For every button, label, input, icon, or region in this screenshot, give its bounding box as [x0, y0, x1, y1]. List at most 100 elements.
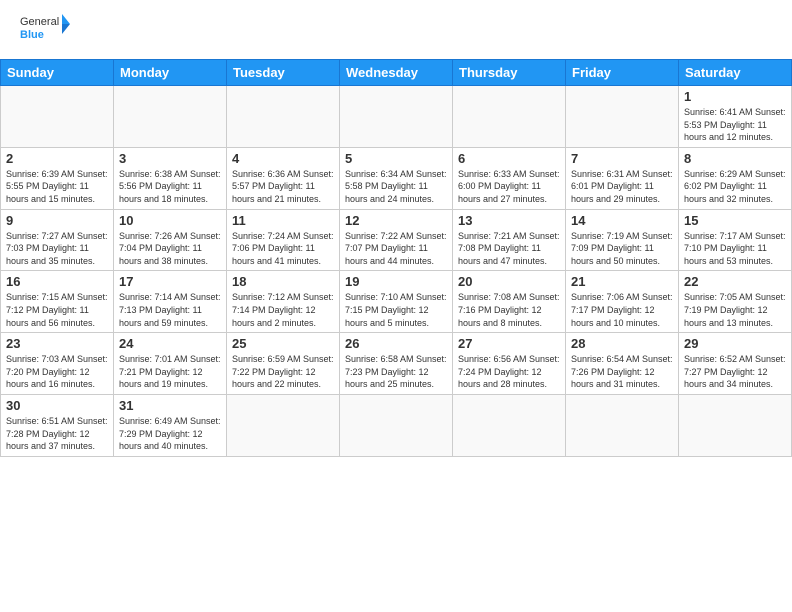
- day-cell: 3Sunrise: 6:38 AM Sunset: 5:56 PM Daylig…: [114, 147, 227, 209]
- day-info: Sunrise: 6:29 AM Sunset: 6:02 PM Dayligh…: [684, 168, 786, 206]
- week-row-4: 23 Sunrise: 7:03 AM Sunset: 7:20 PM Dayli…: [1, 333, 792, 395]
- day-cell: 26Sunrise: 6:58 AM Sunset: 7:23 PM Dayli…: [340, 333, 453, 395]
- day-number: 31: [119, 398, 221, 413]
- day-cell: 22 Sunrise: 7:05 AM Sunset: 7:19 PM Dayli…: [679, 271, 792, 333]
- day-cell: [1, 86, 114, 148]
- weekday-sunday: Sunday: [1, 60, 114, 86]
- day-number: 19: [345, 274, 447, 289]
- day-info: Sunrise: 7:05 AM Sunset: 7:19 PM Dayligh…: [684, 291, 786, 329]
- day-number: 12: [345, 213, 447, 228]
- day-cell: 6 Sunrise: 6:33 AM Sunset: 6:00 PM Daylig…: [453, 147, 566, 209]
- weekday-header-row: SundayMondayTuesdayWednesdayThursdayFrid…: [1, 60, 792, 86]
- day-cell: 30 Sunrise: 6:51 AM Sunset: 7:28 PM Dayli…: [1, 394, 114, 456]
- day-info: Sunrise: 6:58 AM Sunset: 7:23 PM Dayligh…: [345, 353, 447, 391]
- day-cell: 4Sunrise: 6:36 AM Sunset: 5:57 PM Daylig…: [227, 147, 340, 209]
- day-number: 29: [684, 336, 786, 351]
- day-cell: 19 Sunrise: 7:10 AM Sunset: 7:15 PM Dayli…: [340, 271, 453, 333]
- week-row-1: 2 Sunrise: 6:39 AM Sunset: 5:55 PM Daylig…: [1, 147, 792, 209]
- weekday-thursday: Thursday: [453, 60, 566, 86]
- day-info: Sunrise: 6:41 AM Sunset: 5:53 PM Dayligh…: [684, 106, 786, 144]
- day-cell: 31 Sunrise: 6:49 AM Sunset: 7:29 PM Dayli…: [114, 394, 227, 456]
- day-cell: 7 Sunrise: 6:31 AM Sunset: 6:01 PM Daylig…: [566, 147, 679, 209]
- day-info: Sunrise: 7:17 AM Sunset: 7:10 PM Dayligh…: [684, 230, 786, 268]
- day-cell: [566, 86, 679, 148]
- day-cell: 2 Sunrise: 6:39 AM Sunset: 5:55 PM Daylig…: [1, 147, 114, 209]
- week-row-3: 16 Sunrise: 7:15 AM Sunset: 7:12 PM Dayli…: [1, 271, 792, 333]
- week-row-2: 9Sunrise: 7:27 AM Sunset: 7:03 PM Daylig…: [1, 209, 792, 271]
- day-info: Sunrise: 7:21 AM Sunset: 7:08 PM Dayligh…: [458, 230, 560, 268]
- day-cell: [566, 394, 679, 456]
- day-cell: [340, 86, 453, 148]
- weekday-saturday: Saturday: [679, 60, 792, 86]
- day-cell: 20 Sunrise: 7:08 AM Sunset: 7:16 PM Dayli…: [453, 271, 566, 333]
- weekday-tuesday: Tuesday: [227, 60, 340, 86]
- day-number: 20: [458, 274, 560, 289]
- day-info: Sunrise: 7:24 AM Sunset: 7:06 PM Dayligh…: [232, 230, 334, 268]
- day-cell: [453, 86, 566, 148]
- day-cell: 13 Sunrise: 7:21 AM Sunset: 7:08 PM Dayli…: [453, 209, 566, 271]
- day-number: 23: [6, 336, 108, 351]
- day-cell: 23 Sunrise: 7:03 AM Sunset: 7:20 PM Dayli…: [1, 333, 114, 395]
- day-cell: 10 Sunrise: 7:26 AM Sunset: 7:04 PM Dayli…: [114, 209, 227, 271]
- day-info: Sunrise: 6:59 AM Sunset: 7:22 PM Dayligh…: [232, 353, 334, 391]
- day-cell: [227, 394, 340, 456]
- day-number: 27: [458, 336, 560, 351]
- day-info: Sunrise: 6:34 AM Sunset: 5:58 PM Dayligh…: [345, 168, 447, 206]
- day-number: 16: [6, 274, 108, 289]
- day-info: Sunrise: 7:10 AM Sunset: 7:15 PM Dayligh…: [345, 291, 447, 329]
- day-info: Sunrise: 7:26 AM Sunset: 7:04 PM Dayligh…: [119, 230, 221, 268]
- day-info: Sunrise: 7:22 AM Sunset: 7:07 PM Dayligh…: [345, 230, 447, 268]
- day-number: 21: [571, 274, 673, 289]
- day-info: Sunrise: 6:36 AM Sunset: 5:57 PM Dayligh…: [232, 168, 334, 206]
- day-cell: 9Sunrise: 7:27 AM Sunset: 7:03 PM Daylig…: [1, 209, 114, 271]
- day-cell: 11 Sunrise: 7:24 AM Sunset: 7:06 PM Dayli…: [227, 209, 340, 271]
- day-cell: 21Sunrise: 7:06 AM Sunset: 7:17 PM Dayli…: [566, 271, 679, 333]
- day-cell: 27 Sunrise: 6:56 AM Sunset: 7:24 PM Dayli…: [453, 333, 566, 395]
- day-cell: 5 Sunrise: 6:34 AM Sunset: 5:58 PM Daylig…: [340, 147, 453, 209]
- day-info: Sunrise: 7:08 AM Sunset: 7:16 PM Dayligh…: [458, 291, 560, 329]
- day-cell: [679, 394, 792, 456]
- day-info: Sunrise: 6:54 AM Sunset: 7:26 PM Dayligh…: [571, 353, 673, 391]
- day-number: 28: [571, 336, 673, 351]
- day-info: Sunrise: 7:14 AM Sunset: 7:13 PM Dayligh…: [119, 291, 221, 329]
- day-cell: 8 Sunrise: 6:29 AM Sunset: 6:02 PM Daylig…: [679, 147, 792, 209]
- day-number: 6: [458, 151, 560, 166]
- day-number: 18: [232, 274, 334, 289]
- day-cell: 29Sunrise: 6:52 AM Sunset: 7:27 PM Dayli…: [679, 333, 792, 395]
- day-cell: 17 Sunrise: 7:14 AM Sunset: 7:13 PM Dayli…: [114, 271, 227, 333]
- day-info: Sunrise: 7:01 AM Sunset: 7:21 PM Dayligh…: [119, 353, 221, 391]
- day-info: Sunrise: 7:03 AM Sunset: 7:20 PM Dayligh…: [6, 353, 108, 391]
- day-number: 15: [684, 213, 786, 228]
- day-cell: [114, 86, 227, 148]
- day-number: 11: [232, 213, 334, 228]
- day-info: Sunrise: 6:51 AM Sunset: 7:28 PM Dayligh…: [6, 415, 108, 453]
- day-cell: 14Sunrise: 7:19 AM Sunset: 7:09 PM Dayli…: [566, 209, 679, 271]
- day-number: 2: [6, 151, 108, 166]
- day-number: 30: [6, 398, 108, 413]
- day-cell: 12 Sunrise: 7:22 AM Sunset: 7:07 PM Dayli…: [340, 209, 453, 271]
- day-number: 1: [684, 89, 786, 104]
- day-cell: 24 Sunrise: 7:01 AM Sunset: 7:21 PM Dayli…: [114, 333, 227, 395]
- weekday-friday: Friday: [566, 60, 679, 86]
- day-info: Sunrise: 7:15 AM Sunset: 7:12 PM Dayligh…: [6, 291, 108, 329]
- day-number: 10: [119, 213, 221, 228]
- day-number: 13: [458, 213, 560, 228]
- day-cell: 28 Sunrise: 6:54 AM Sunset: 7:26 PM Dayli…: [566, 333, 679, 395]
- day-cell: 25 Sunrise: 6:59 AM Sunset: 7:22 PM Dayli…: [227, 333, 340, 395]
- day-number: 5: [345, 151, 447, 166]
- day-info: Sunrise: 6:49 AM Sunset: 7:29 PM Dayligh…: [119, 415, 221, 453]
- day-number: 25: [232, 336, 334, 351]
- day-number: 22: [684, 274, 786, 289]
- day-number: 17: [119, 274, 221, 289]
- day-number: 8: [684, 151, 786, 166]
- day-number: 24: [119, 336, 221, 351]
- day-info: Sunrise: 6:39 AM Sunset: 5:55 PM Dayligh…: [6, 168, 108, 206]
- week-row-5: 30 Sunrise: 6:51 AM Sunset: 7:28 PM Dayli…: [1, 394, 792, 456]
- day-info: Sunrise: 6:56 AM Sunset: 7:24 PM Dayligh…: [458, 353, 560, 391]
- day-cell: [453, 394, 566, 456]
- day-cell: [227, 86, 340, 148]
- day-info: Sunrise: 6:31 AM Sunset: 6:01 PM Dayligh…: [571, 168, 673, 206]
- day-number: 7: [571, 151, 673, 166]
- day-info: Sunrise: 6:33 AM Sunset: 6:00 PM Dayligh…: [458, 168, 560, 206]
- day-number: 3: [119, 151, 221, 166]
